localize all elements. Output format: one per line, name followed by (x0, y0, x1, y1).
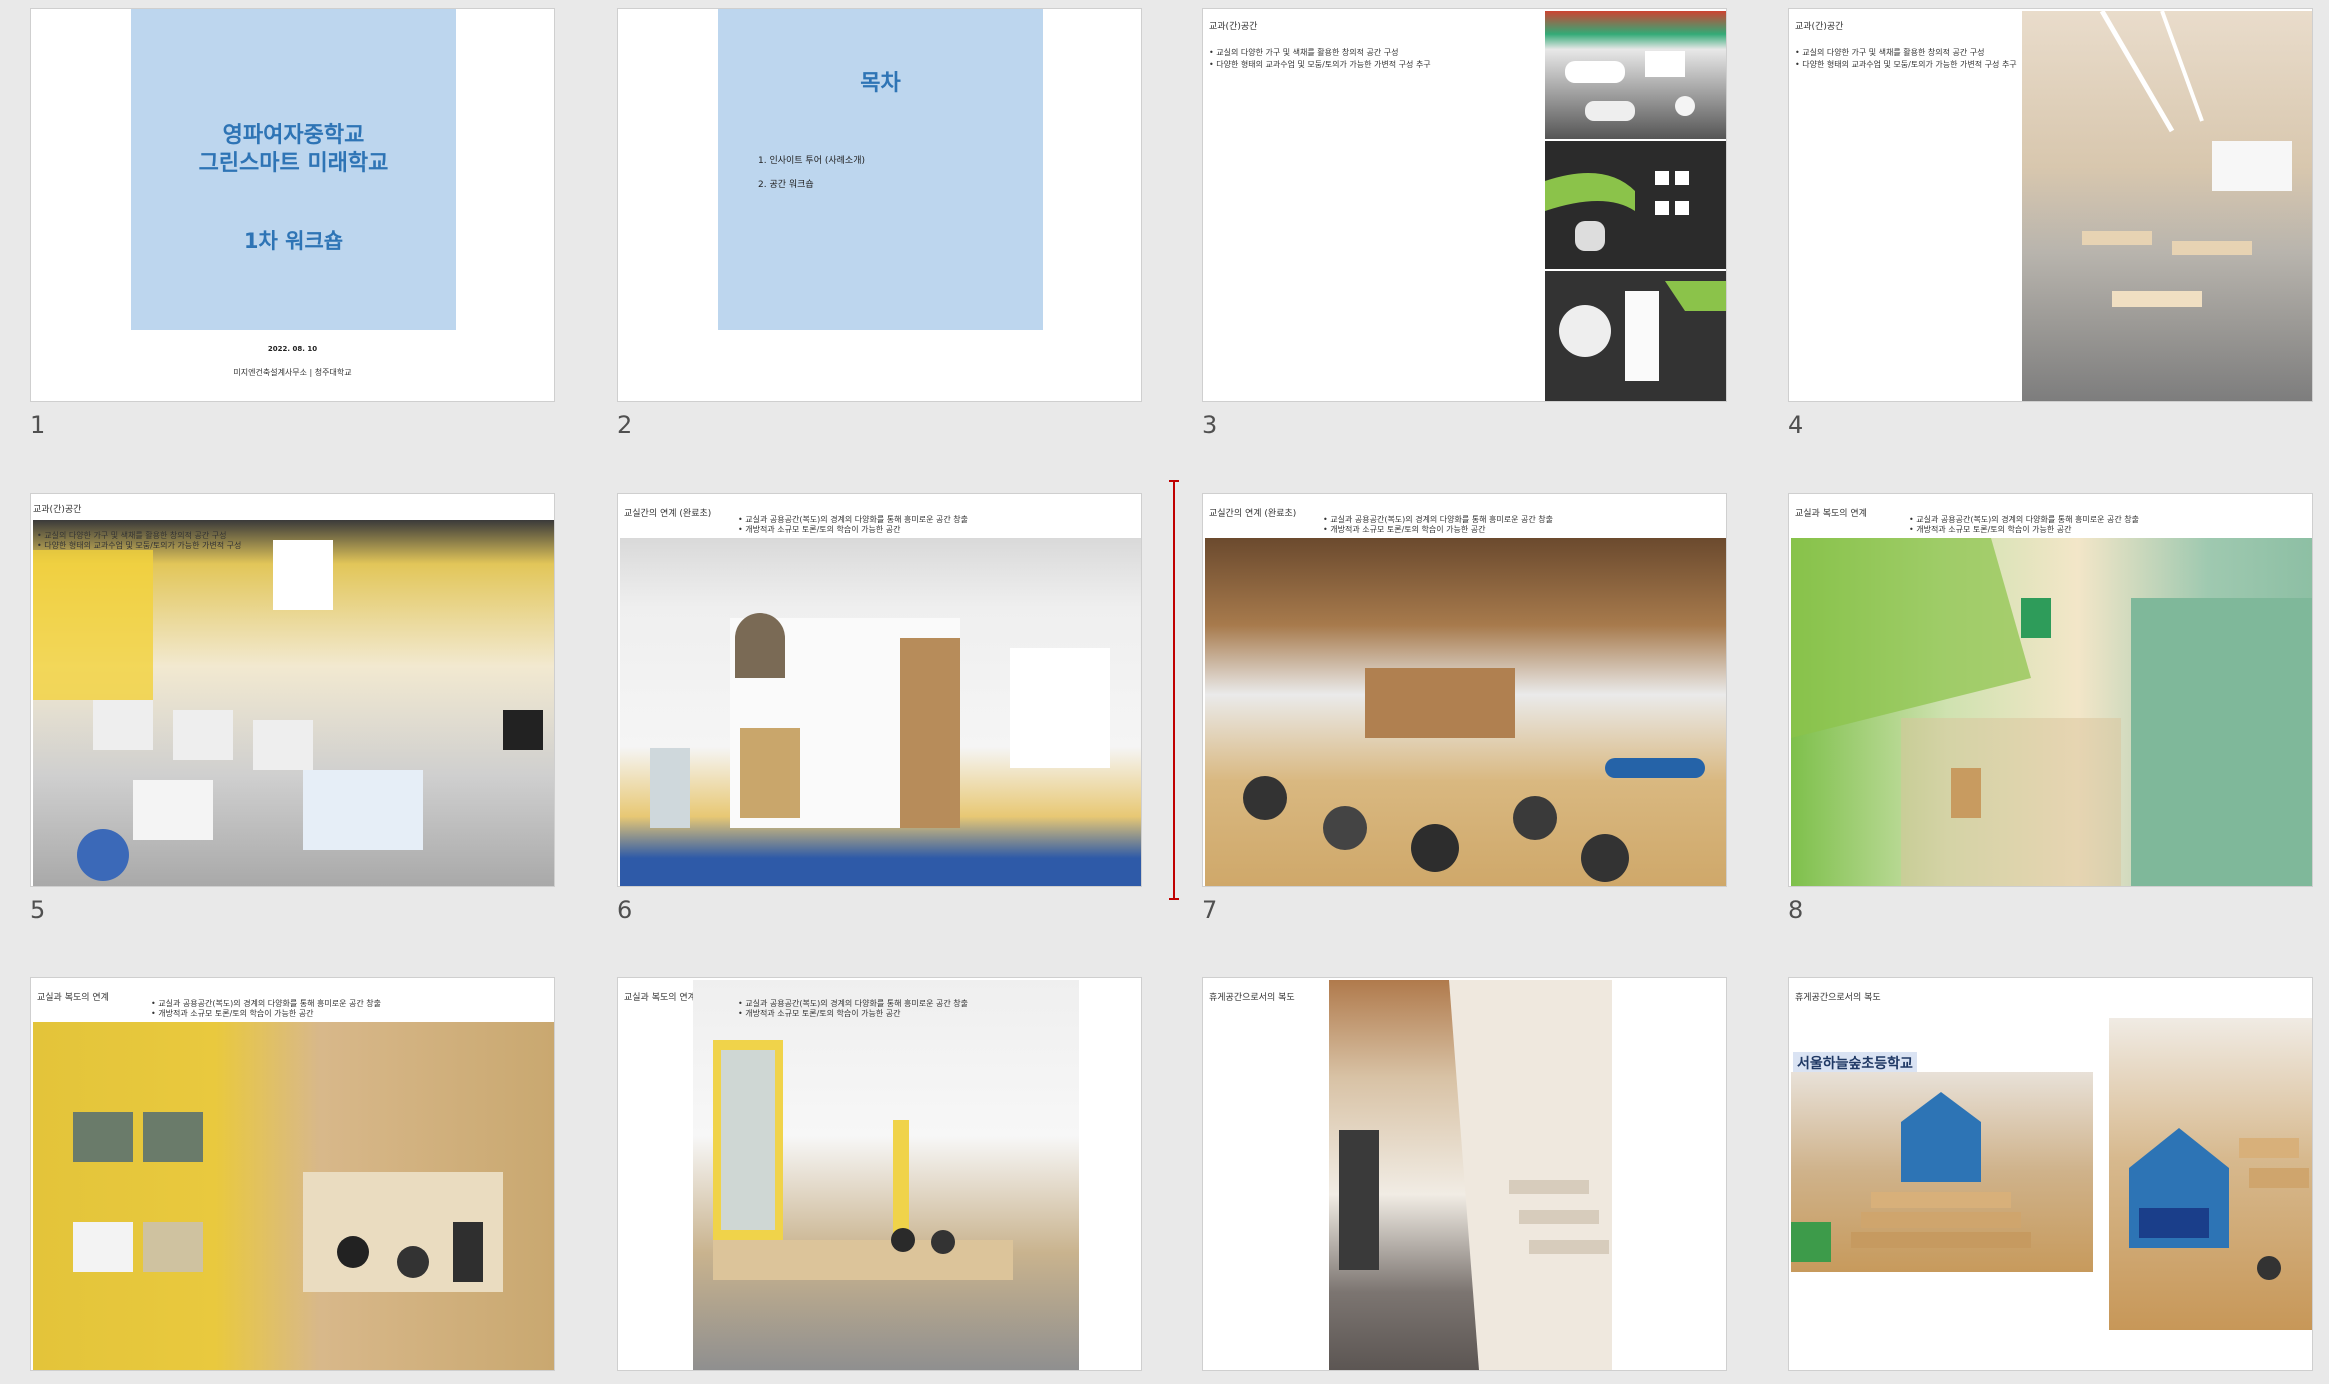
slide-bullet: • 개방적과 소규모 토론/토의 학습이 가능한 공간 (738, 525, 901, 534)
slide-number: 7 (1202, 896, 1218, 924)
slide-thumbnail-3[interactable]: 교과(간)공간 • 교실의 다양한 가구 및 색채를 활용한 창의적 공간 구성… (1202, 8, 1727, 402)
classroom-photo-bottom (1545, 271, 1726, 401)
slide-thumbnail-7[interactable]: 교실간의 연계 (완료초) • 교실과 공용공간(복도)의 경계의 다양화를 통… (1202, 493, 1727, 887)
slide-number: 6 (617, 896, 633, 924)
slide-heading: 교실과 복도의 연계 (1795, 509, 1867, 519)
slide-heading: 교과(간)공간 (1795, 22, 1844, 32)
slide-heading: 교실과 복도의 연계 (624, 993, 696, 1003)
slide-thumbnail-5[interactable]: 교과(간)공간 • 교실의 다양한 가구 및 색채를 활용한 창의적 공간 구성… (30, 493, 555, 887)
slide-heading: 교실간의 연계 (완료초) (1209, 509, 1297, 519)
slide-thumbnail-12[interactable]: 휴게공간으로서의 복도 서울하늘숲초등학교 (1788, 977, 2313, 1371)
slide-heading: 휴게공간으로서의 복도 (1209, 993, 1295, 1003)
slide-bullet: • 교실의 다양한 가구 및 색채를 활용한 창의적 공간 구성 (1209, 48, 1399, 57)
classroom-photo (2022, 11, 2312, 401)
slide-heading: 교실과 복도의 연계 (37, 993, 109, 1003)
slide-title-line2: 그린스마트 미래학교 (198, 151, 389, 176)
slide-number: 1 (30, 411, 46, 439)
slide-bullet: • 개방적과 소규모 토론/토의 학습이 가능한 공간 (1323, 525, 1486, 534)
slide-heading: 교과(간)공간 (1209, 22, 1258, 32)
slide-bullet: • 다양한 형태의 교과수업 및 모둠/토의가 가능한 가변적 구성 (37, 541, 242, 550)
slide-heading: 휴게공간으로서의 복도 (1795, 993, 1881, 1003)
corridor-rest-photo (1329, 980, 1612, 1370)
school-label: 서울하늘숲초등학교 (1793, 1052, 1917, 1074)
slide-thumbnail-10[interactable]: 교실과 복도의 연계 • 교실과 공용공간(복도)의 경계의 다양화를 통해 흥… (617, 977, 1142, 1371)
slide-bullet: • 개방적과 소규모 토론/토의 학습이 가능한 공간 (151, 1009, 314, 1018)
bleacher-photo-right (2109, 1018, 2312, 1330)
slide-bullet: • 다양한 형태의 교과수업 및 모둠/토의가 가능한 가변적 구성 추구 (1795, 60, 2017, 69)
slide-bullet: • 개방적과 소규모 토론/토의 학습이 가능한 공간 (1909, 525, 2072, 534)
green-corridor-photo (1791, 538, 2312, 886)
slide-thumbnail-8[interactable]: 교실과 복도의 연계 • 교실과 공용공간(복도)의 경계의 다양화를 통해 흥… (1788, 493, 2313, 887)
slide-heading: 교실간의 연계 (완료초) (624, 509, 712, 519)
slide-thumbnail-1[interactable]: 영파여자중학교 그린스마트 미래학교 1차 워크숍 2022. 08. 10 미… (30, 8, 555, 402)
title-box: 영파여자중학교 그린스마트 미래학교 1차 워크숍 (131, 9, 456, 330)
slide-number: 3 (1202, 411, 1218, 439)
slide-number (30, 1372, 33, 1383)
slide-heading: 교과(간)공간 (33, 505, 82, 515)
slide-bullet: • 개방적과 소규모 토론/토의 학습이 가능한 공간 (738, 1009, 901, 1018)
slide-organization: 미지엔건축설계사무소 | 청주대학교 (233, 368, 352, 377)
classroom-photo (33, 520, 554, 886)
title-box: 목차 1. 인사이트 투어 (사례소개) 2. 공간 워크숍 (718, 9, 1043, 330)
slide-insertion-marker (1169, 480, 1179, 900)
slide-thumbnail-2[interactable]: 목차 1. 인사이트 투어 (사례소개) 2. 공간 워크숍 (617, 8, 1142, 402)
slide-number: 5 (30, 896, 46, 924)
slide-bullet: • 다양한 형태의 교과수업 및 모둠/토의가 가능한 가변적 구성 추구 (1209, 60, 1431, 69)
slide-subtitle: 1차 워크숍 (243, 229, 344, 253)
slide-number: 4 (1788, 411, 1804, 439)
classroom-children-photo (1205, 538, 1726, 886)
corridor-photo (620, 538, 1141, 886)
classroom-photo-middle (1545, 141, 1726, 269)
toc-item: 1. 인사이트 투어 (사례소개) (758, 156, 865, 166)
slide-thumbnail-9[interactable]: 교실과 복도의 연계 • 교실과 공용공간(복도)의 경계의 다양화를 통해 흥… (30, 977, 555, 1371)
yellow-nook-photo (33, 1022, 554, 1370)
bleacher-photo-left (1791, 1072, 2093, 1272)
slide-number: 2 (617, 411, 633, 439)
toc-item: 2. 공간 워크숍 (758, 180, 814, 190)
slide-thumbnail-4[interactable]: 교과(간)공간 • 교실의 다양한 가구 및 색채를 활용한 창의적 공간 구성… (1788, 8, 2313, 402)
classroom-photo-top (1545, 11, 1726, 139)
slide-bullet: • 교실의 다양한 가구 및 색채를 활용한 창의적 공간 구성 (1795, 48, 1985, 57)
slide-thumbnail-11[interactable]: 휴게공간으로서의 복도 (1202, 977, 1727, 1371)
slide-title: 목차 (860, 71, 901, 96)
slide-thumbnail-6[interactable]: 교실간의 연계 (완료초) • 교실과 공용공간(복도)의 경계의 다양화를 통… (617, 493, 1142, 887)
window-seat-photo (693, 980, 1079, 1370)
slide-date: 2022. 08. 10 (267, 345, 318, 353)
slide-number: 8 (1788, 896, 1804, 924)
